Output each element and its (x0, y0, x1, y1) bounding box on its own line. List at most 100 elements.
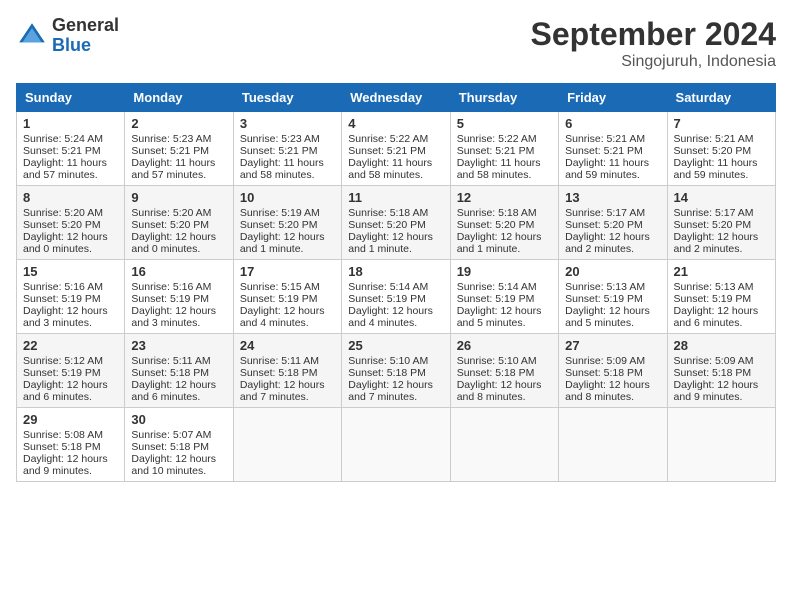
sunrise-label: Sunrise: 5:20 AM (131, 207, 211, 219)
day-number: 17 (240, 264, 335, 279)
day-header-wednesday: Wednesday (342, 84, 450, 112)
sunrise-label: Sunrise: 5:14 AM (457, 281, 537, 293)
day-number: 15 (23, 264, 118, 279)
daylight-label: Daylight: 12 hours and 7 minutes. (240, 379, 325, 403)
calendar-cell: 5 Sunrise: 5:22 AM Sunset: 5:21 PM Dayli… (450, 112, 558, 186)
calendar-week-1: 1 Sunrise: 5:24 AM Sunset: 5:21 PM Dayli… (17, 112, 776, 186)
daylight-label: Daylight: 11 hours and 57 minutes. (23, 157, 107, 181)
sunset-label: Sunset: 5:21 PM (457, 145, 535, 157)
calendar-cell: 23 Sunrise: 5:11 AM Sunset: 5:18 PM Dayl… (125, 334, 233, 408)
day-number: 26 (457, 338, 552, 353)
daylight-label: Daylight: 12 hours and 6 minutes. (131, 379, 216, 403)
daylight-label: Daylight: 12 hours and 8 minutes. (457, 379, 542, 403)
sunset-label: Sunset: 5:19 PM (23, 293, 101, 305)
calendar-cell: 6 Sunrise: 5:21 AM Sunset: 5:21 PM Dayli… (559, 112, 667, 186)
daylight-label: Daylight: 12 hours and 1 minute. (240, 231, 325, 255)
daylight-label: Daylight: 12 hours and 6 minutes. (674, 305, 759, 329)
calendar-cell: 2 Sunrise: 5:23 AM Sunset: 5:21 PM Dayli… (125, 112, 233, 186)
day-number: 27 (565, 338, 660, 353)
sunset-label: Sunset: 5:18 PM (457, 367, 535, 379)
day-header-friday: Friday (559, 84, 667, 112)
title-block: September 2024 Singojuruh, Indonesia (531, 16, 776, 71)
logo-icon (16, 20, 48, 52)
day-number: 21 (674, 264, 769, 279)
calendar-cell: 20 Sunrise: 5:13 AM Sunset: 5:19 PM Dayl… (559, 260, 667, 334)
day-number: 24 (240, 338, 335, 353)
sunset-label: Sunset: 5:18 PM (131, 367, 209, 379)
sunrise-label: Sunrise: 5:24 AM (23, 133, 103, 145)
day-number: 8 (23, 190, 118, 205)
sunset-label: Sunset: 5:21 PM (565, 145, 643, 157)
logo-blue: Blue (52, 36, 119, 56)
sunset-label: Sunset: 5:21 PM (240, 145, 318, 157)
daylight-label: Daylight: 12 hours and 3 minutes. (23, 305, 108, 329)
day-header-saturday: Saturday (667, 84, 775, 112)
sunset-label: Sunset: 5:19 PM (240, 293, 318, 305)
daylight-label: Daylight: 11 hours and 58 minutes. (348, 157, 432, 181)
sunrise-label: Sunrise: 5:11 AM (131, 355, 210, 367)
sunset-label: Sunset: 5:21 PM (23, 145, 101, 157)
sunrise-label: Sunrise: 5:12 AM (23, 355, 103, 367)
daylight-label: Daylight: 12 hours and 10 minutes. (131, 453, 216, 477)
sunset-label: Sunset: 5:18 PM (565, 367, 643, 379)
sunrise-label: Sunrise: 5:10 AM (457, 355, 537, 367)
sunset-label: Sunset: 5:20 PM (240, 219, 318, 231)
calendar-cell: 21 Sunrise: 5:13 AM Sunset: 5:19 PM Dayl… (667, 260, 775, 334)
calendar-cell: 10 Sunrise: 5:19 AM Sunset: 5:20 PM Dayl… (233, 186, 341, 260)
sunset-label: Sunset: 5:19 PM (348, 293, 426, 305)
sunset-label: Sunset: 5:20 PM (674, 219, 752, 231)
location: Singojuruh, Indonesia (531, 53, 776, 71)
calendar-cell (667, 408, 775, 482)
calendar-cell: 7 Sunrise: 5:21 AM Sunset: 5:20 PM Dayli… (667, 112, 775, 186)
daylight-label: Daylight: 12 hours and 4 minutes. (348, 305, 433, 329)
sunrise-label: Sunrise: 5:14 AM (348, 281, 428, 293)
calendar-cell: 19 Sunrise: 5:14 AM Sunset: 5:19 PM Dayl… (450, 260, 558, 334)
sunrise-label: Sunrise: 5:17 AM (674, 207, 754, 219)
day-number: 16 (131, 264, 226, 279)
day-number: 28 (674, 338, 769, 353)
daylight-label: Daylight: 12 hours and 2 minutes. (565, 231, 650, 255)
calendar-cell: 26 Sunrise: 5:10 AM Sunset: 5:18 PM Dayl… (450, 334, 558, 408)
month-title: September 2024 (531, 16, 776, 53)
calendar-cell: 29 Sunrise: 5:08 AM Sunset: 5:18 PM Dayl… (17, 408, 125, 482)
sunrise-label: Sunrise: 5:07 AM (131, 429, 211, 441)
sunset-label: Sunset: 5:20 PM (457, 219, 535, 231)
sunset-label: Sunset: 5:18 PM (240, 367, 318, 379)
daylight-label: Daylight: 12 hours and 1 minute. (348, 231, 433, 255)
sunrise-label: Sunrise: 5:17 AM (565, 207, 645, 219)
sunrise-label: Sunrise: 5:09 AM (565, 355, 645, 367)
calendar-cell: 30 Sunrise: 5:07 AM Sunset: 5:18 PM Dayl… (125, 408, 233, 482)
calendar-cell (342, 408, 450, 482)
day-number: 20 (565, 264, 660, 279)
calendar-cell: 28 Sunrise: 5:09 AM Sunset: 5:18 PM Dayl… (667, 334, 775, 408)
daylight-label: Daylight: 11 hours and 58 minutes. (240, 157, 324, 181)
sunset-label: Sunset: 5:19 PM (23, 367, 101, 379)
day-number: 12 (457, 190, 552, 205)
sunrise-label: Sunrise: 5:08 AM (23, 429, 103, 441)
logo-general: General (52, 16, 119, 36)
calendar-cell: 1 Sunrise: 5:24 AM Sunset: 5:21 PM Dayli… (17, 112, 125, 186)
day-number: 6 (565, 116, 660, 131)
sunrise-label: Sunrise: 5:10 AM (348, 355, 428, 367)
sunrise-label: Sunrise: 5:09 AM (674, 355, 754, 367)
day-header-tuesday: Tuesday (233, 84, 341, 112)
daylight-label: Daylight: 12 hours and 9 minutes. (23, 453, 108, 477)
daylight-label: Daylight: 12 hours and 8 minutes. (565, 379, 650, 403)
calendar-cell: 22 Sunrise: 5:12 AM Sunset: 5:19 PM Dayl… (17, 334, 125, 408)
calendar-cell: 9 Sunrise: 5:20 AM Sunset: 5:20 PM Dayli… (125, 186, 233, 260)
calendar-cell: 11 Sunrise: 5:18 AM Sunset: 5:20 PM Dayl… (342, 186, 450, 260)
calendar-week-4: 22 Sunrise: 5:12 AM Sunset: 5:19 PM Dayl… (17, 334, 776, 408)
daylight-label: Daylight: 12 hours and 3 minutes. (131, 305, 216, 329)
calendar-week-2: 8 Sunrise: 5:20 AM Sunset: 5:20 PM Dayli… (17, 186, 776, 260)
sunrise-label: Sunrise: 5:13 AM (674, 281, 754, 293)
calendar-cell (233, 408, 341, 482)
day-number: 1 (23, 116, 118, 131)
sunset-label: Sunset: 5:19 PM (131, 293, 209, 305)
calendar-week-3: 15 Sunrise: 5:16 AM Sunset: 5:19 PM Dayl… (17, 260, 776, 334)
sunrise-label: Sunrise: 5:15 AM (240, 281, 320, 293)
daylight-label: Daylight: 12 hours and 5 minutes. (565, 305, 650, 329)
day-number: 29 (23, 412, 118, 427)
calendar-cell: 17 Sunrise: 5:15 AM Sunset: 5:19 PM Dayl… (233, 260, 341, 334)
sunset-label: Sunset: 5:19 PM (674, 293, 752, 305)
sunset-label: Sunset: 5:19 PM (565, 293, 643, 305)
